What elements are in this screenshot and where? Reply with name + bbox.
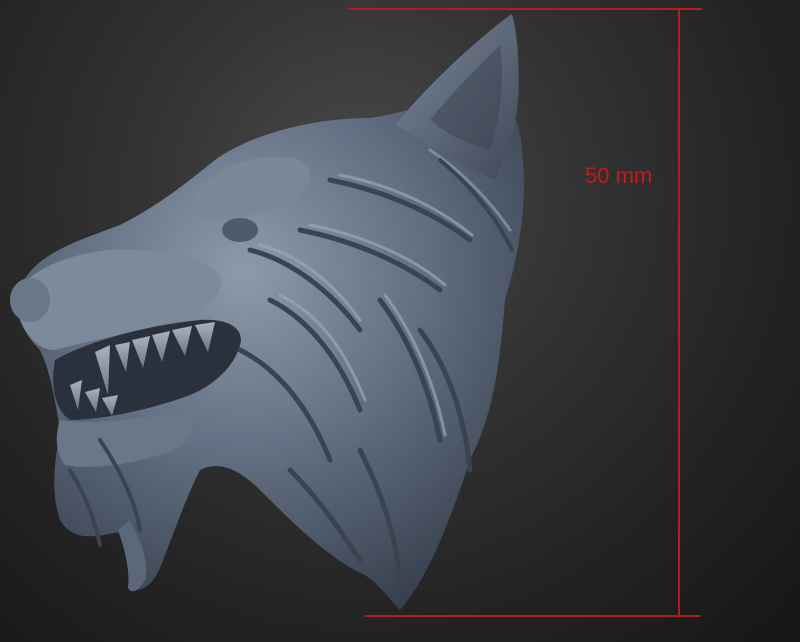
dimension-label: 50 mm: [585, 163, 653, 188]
render-viewport: 50 mm: [0, 0, 800, 642]
dimension-guide: [348, 8, 702, 617]
